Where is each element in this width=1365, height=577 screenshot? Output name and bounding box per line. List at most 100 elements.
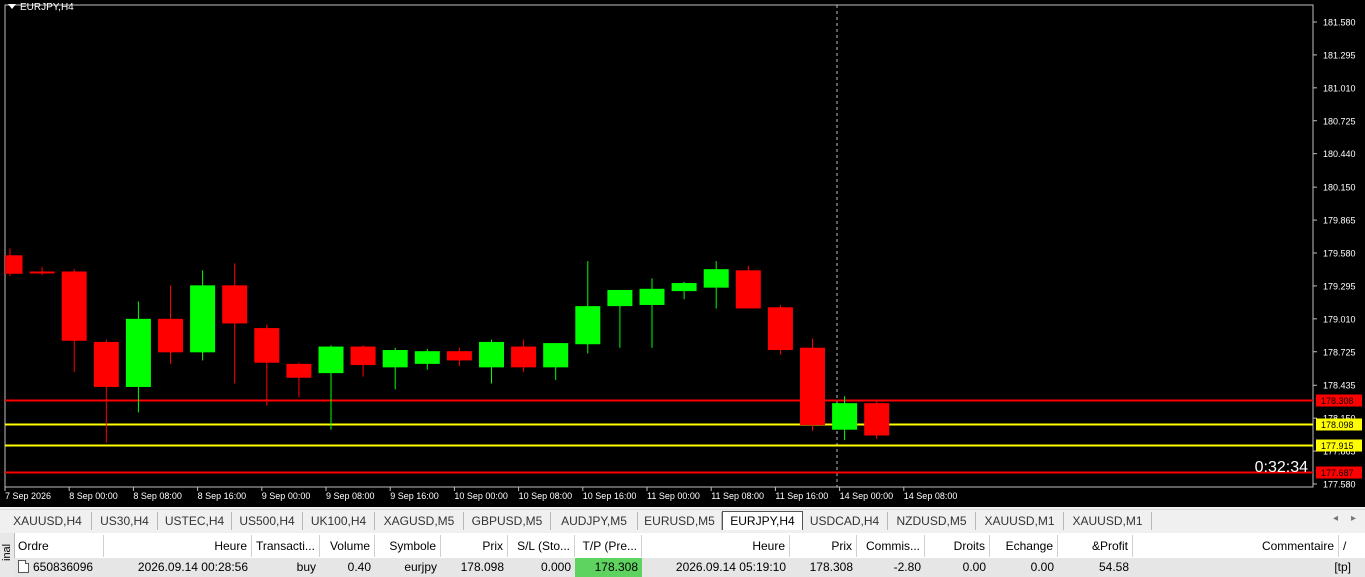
- candle-body[interactable]: [350, 346, 376, 366]
- tab-xagusd-m5[interactable]: XAGUSD,M5: [375, 512, 464, 530]
- candle-body[interactable]: [158, 318, 183, 353]
- candle-body[interactable]: [414, 351, 440, 364]
- candle-body[interactable]: [61, 271, 87, 341]
- y-tick-label: 181.010: [1323, 83, 1356, 93]
- candle-body[interactable]: [575, 306, 601, 345]
- candle-body[interactable]: [864, 403, 890, 436]
- y-tick-label: 179.580: [1323, 249, 1356, 259]
- cell-swap: 0.00: [1030, 560, 1054, 574]
- col-sl[interactable]: S/L (Sto...: [508, 535, 575, 557]
- col-order[interactable]: Ordre: [14, 535, 104, 557]
- cell-profit: 54.58: [1098, 560, 1129, 574]
- trade-history-panel: inal Ordre Heure Transacti... Volume Sym…: [0, 533, 1365, 577]
- price-chart[interactable]: 181.580 181.295 181.010 180.725 180.440 180.1…: [0, 0, 1365, 507]
- y-tick-label: 179.295: [1323, 281, 1356, 291]
- cell-sl: 0.000: [540, 560, 571, 574]
- tab-xauusd-m1[interactable]: XAUUSD,M1: [976, 512, 1064, 530]
- tab-us30-h4[interactable]: US30,H4: [92, 512, 158, 530]
- tab-xauusd-h4[interactable]: XAUUSD,H4: [4, 512, 92, 530]
- candle-body[interactable]: [767, 307, 793, 351]
- col-tp[interactable]: T/P (Pre...: [575, 535, 642, 557]
- candle-countdown: 0:32:34: [1254, 459, 1308, 476]
- tab-usdcad-h4[interactable]: USDCAD,H4: [802, 512, 888, 530]
- x-tick-label: 10 Sep 00:00: [454, 491, 508, 501]
- x-tick-label: 11 Sep 08:00: [711, 491, 764, 501]
- candle-body[interactable]: [832, 403, 858, 430]
- cell-commission: -2.80: [893, 560, 921, 574]
- col-close-time[interactable]: Heure: [642, 535, 790, 557]
- candle-body[interactable]: [607, 289, 633, 307]
- cell-price: 178.098: [460, 560, 504, 574]
- candle-body[interactable]: [479, 341, 504, 368]
- candle-body[interactable]: [511, 346, 537, 368]
- tab-ustec-h4[interactable]: USTEC,H4: [158, 512, 232, 530]
- candle-body[interactable]: [5, 255, 23, 274]
- terminal-side-label[interactable]: inal: [0, 533, 15, 577]
- candle-body[interactable]: [703, 269, 729, 288]
- candle-body[interactable]: [222, 285, 248, 324]
- y-tick-label: 180.150: [1323, 183, 1356, 193]
- price-level-label: 177.915: [1321, 441, 1354, 451]
- col-sort[interactable]: /: [1339, 535, 1365, 557]
- candle-body[interactable]: [125, 318, 151, 387]
- tab-scroll-left-icon[interactable]: ◂: [1333, 513, 1338, 524]
- cell-fees: 0.00: [962, 560, 986, 574]
- candle-body[interactable]: [639, 288, 665, 305]
- tab-uk100-h4[interactable]: UK100,H4: [303, 512, 375, 530]
- col-symbol[interactable]: Symbole: [375, 535, 441, 557]
- col-swap[interactable]: Echange: [990, 535, 1058, 557]
- tab-nzdusd-m5[interactable]: NZDUSD,M5: [888, 512, 976, 530]
- x-tick-label: 9 Sep 08:00: [326, 491, 375, 501]
- y-tick-label: 180.440: [1323, 149, 1356, 159]
- tab-scroll-right-icon[interactable]: ▸: [1351, 513, 1356, 524]
- candle-body[interactable]: [543, 343, 569, 368]
- candle-body[interactable]: [446, 351, 472, 361]
- table-header: Ordre Heure Transacti... Volume Symbole …: [14, 535, 1365, 557]
- candle-body[interactable]: [800, 347, 825, 426]
- candle-body[interactable]: [190, 285, 216, 353]
- x-tick-label: 11 Sep 16:00: [775, 491, 828, 501]
- chart-area[interactable]: 181.580 181.295 181.010 180.725 180.440 180.1…: [0, 0, 1365, 507]
- col-fees[interactable]: Droits: [925, 535, 990, 557]
- price-level-label: 178.308: [1321, 396, 1354, 406]
- y-tick-label: 181.295: [1323, 50, 1356, 60]
- cell-comment: [tp]: [1334, 560, 1351, 574]
- col-close-price[interactable]: Prix: [790, 535, 857, 557]
- tab-us500-h4[interactable]: US500,H4: [232, 512, 303, 530]
- cell-close-price: 178.308: [809, 560, 853, 574]
- cell-symbol: eurjpy: [404, 560, 437, 574]
- x-tick-label: 14 Sep 08:00: [904, 491, 958, 501]
- candle-body[interactable]: [671, 283, 697, 292]
- col-profit[interactable]: &Profit: [1058, 535, 1133, 557]
- col-type[interactable]: Transacti...: [252, 535, 320, 557]
- candle-body[interactable]: [286, 363, 312, 378]
- candle-body[interactable]: [382, 350, 408, 368]
- y-tick-label: 181.580: [1323, 18, 1356, 28]
- col-volume[interactable]: Volume: [320, 535, 375, 557]
- tab-eurusd-m5[interactable]: EURUSD,M5: [638, 512, 722, 530]
- col-commission[interactable]: Commis...: [857, 535, 925, 557]
- candle-body[interactable]: [735, 270, 761, 309]
- tab-gbpusd-m5[interactable]: GBPUSD,M5: [464, 512, 551, 530]
- candle-body[interactable]: [318, 346, 344, 374]
- col-comment[interactable]: Commentaire: [1133, 535, 1339, 557]
- cell-type: buy: [296, 560, 316, 574]
- candle-body[interactable]: [29, 271, 55, 274]
- price-level-label: 178.098: [1321, 420, 1354, 430]
- table-row[interactable]: 650836096 2026.09.14 00:28:56 buy 0.40 e…: [14, 558, 1365, 577]
- candle-body[interactable]: [93, 341, 119, 387]
- tab-xauusd-m1[interactable]: XAUUSD,M1: [1064, 512, 1152, 530]
- x-tick-label: 9 Sep 16:00: [390, 491, 439, 501]
- x-tick-label: 14 Sep 00:00: [840, 491, 894, 501]
- chart-menu-icon[interactable]: [8, 4, 16, 9]
- tab-eurjpy-h4[interactable]: EURJPY,H4: [722, 511, 803, 530]
- cell-tp: 178.308: [575, 558, 642, 577]
- x-tick-label: 10 Sep 16:00: [583, 491, 637, 501]
- tab-audjpy-m5[interactable]: AUDJPY,M5: [551, 512, 638, 530]
- col-time[interactable]: Heure: [104, 535, 252, 557]
- candle-body[interactable]: [254, 328, 280, 363]
- col-price[interactable]: Prix: [441, 535, 508, 557]
- y-tick-label: 180.725: [1323, 116, 1356, 126]
- cell-volume: 0.40: [347, 560, 371, 574]
- x-tick-label: 10 Sep 08:00: [519, 491, 573, 501]
